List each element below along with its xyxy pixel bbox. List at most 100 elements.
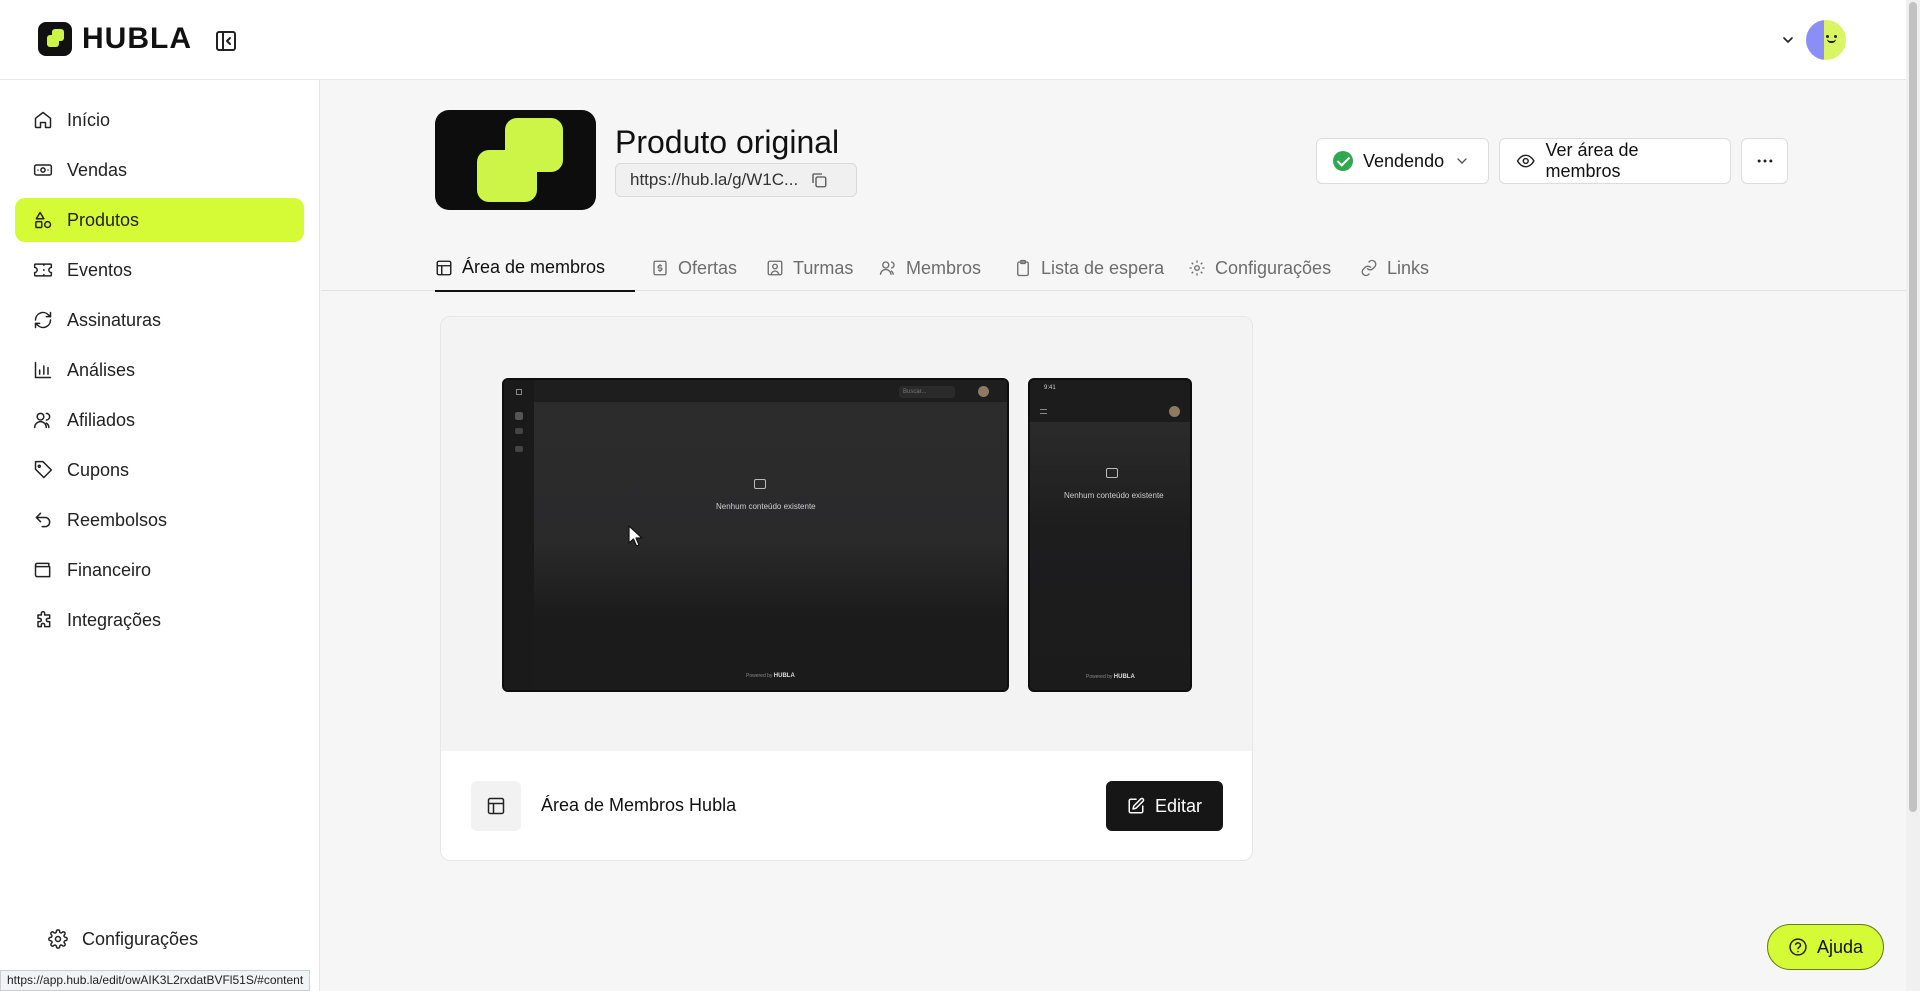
browser-status-url: https://app.hub.la/edit/owAIK3L2rxdatBVF… (0, 970, 311, 991)
lock-icon (1106, 468, 1118, 478)
preview-empty-text: Nenhum conteúdo existente (1064, 491, 1164, 500)
sidebar-item-assinaturas[interactable]: Assinaturas (15, 298, 304, 342)
tab-label: Lista de espera (1041, 257, 1165, 278)
home-icon (34, 111, 52, 129)
tab-area-de-membros[interactable]: Área de membros (435, 245, 635, 292)
logo-mark-icon (38, 22, 72, 56)
tab-turmas[interactable]: Turmas (766, 245, 853, 291)
chevron-down-icon (1457, 158, 1467, 164)
gear-icon (48, 929, 68, 949)
users-icon (879, 261, 895, 275)
scrollbar[interactable] (1906, 0, 1920, 991)
sidebar-item-label: Produtos (67, 209, 140, 230)
desktop-preview: Buscar... Nenhum conteúdo existente Powe… (502, 378, 1009, 692)
sidebar-collapse-icon[interactable] (214, 29, 238, 53)
sidebar-nav: Início Vendas Produtos Eventos Assinatur… (0, 80, 319, 642)
refresh-icon (34, 311, 52, 329)
dollar-icon (653, 260, 667, 276)
bar-chart-icon (34, 361, 52, 379)
tag-icon (34, 460, 53, 479)
tab-label: Configurações (1215, 257, 1332, 278)
puzzle-icon (37, 610, 51, 628)
mouse-cursor-icon (628, 525, 643, 547)
status-label: Vendendo (1363, 150, 1445, 171)
sidebar-item-financeiro[interactable]: Financeiro (15, 548, 304, 592)
edit-button[interactable]: Editar (1106, 781, 1223, 831)
tab-lista-de-espera[interactable]: Lista de espera (1014, 245, 1164, 291)
sidebar-item-label: Configurações (82, 928, 199, 949)
shapes-icon (35, 211, 52, 229)
product-url-chip[interactable]: https://hub.la/g/W1C... (615, 163, 857, 197)
copy-icon[interactable] (810, 171, 828, 189)
preview-avatar (1169, 406, 1180, 417)
sidebar-item-label: Reembolsos (67, 509, 168, 530)
check-circle-icon (1333, 151, 1353, 171)
layout-icon (471, 781, 521, 831)
sidebar-item-label: Afiliados (67, 409, 136, 430)
sidebar-item-cupons[interactable]: Cupons (15, 448, 304, 492)
sidebar-item-label: Eventos (67, 259, 133, 280)
chevron-down-icon (1783, 37, 1793, 44)
sidebar-item-reembolsos[interactable]: Reembolsos (15, 498, 304, 542)
mobile-preview: 9:41 Nenhum conteúdo existente Powered b… (1028, 378, 1192, 692)
preview-powered-by: Powered by HUBLA (1086, 674, 1135, 680)
preview-content (1030, 422, 1190, 690)
hubla-logo[interactable]: HUBLA (38, 22, 192, 56)
tab-label: Membros (906, 257, 982, 278)
tab-label: Links (1387, 257, 1430, 278)
sidebar: Início Vendas Produtos Eventos Assinatur… (0, 80, 320, 991)
scrollbar-thumb[interactable] (1909, 2, 1917, 812)
members-area-footer: Área de Membros Hubla Editar (441, 751, 1252, 860)
sidebar-item-label: Assinaturas (67, 309, 162, 330)
sidebar-item-label: Financeiro (67, 559, 152, 580)
status-dropdown[interactable]: Vendendo (1316, 138, 1489, 184)
link-icon (1361, 259, 1377, 277)
sidebar-item-analises[interactable]: Análises (15, 348, 304, 392)
ticket-icon (33, 263, 53, 277)
sidebar-item-label: Início (67, 109, 111, 130)
edit-label: Editar (1154, 795, 1203, 816)
sidebar-item-afiliados[interactable]: Afiliados (15, 398, 304, 442)
tab-membros[interactable]: Membros (879, 245, 981, 291)
sidebar-item-label: Integrações (67, 609, 162, 630)
sidebar-item-inicio[interactable]: Início (15, 98, 304, 142)
members-area-card: Buscar... Nenhum conteúdo existente Powe… (440, 316, 1253, 861)
powered-by-brand: HUBLA (1113, 674, 1135, 680)
gear-icon (1189, 260, 1205, 276)
eye-icon (1516, 154, 1535, 168)
wallet-icon (34, 562, 51, 578)
sidebar-item-vendas[interactable]: Vendas (15, 148, 304, 192)
help-button[interactable]: Ajuda (1767, 924, 1884, 970)
sidebar-item-configuracoes[interactable]: Configurações (30, 917, 318, 961)
preview-search: Buscar... (899, 386, 955, 398)
view-members-area-button[interactable]: Ver área de membros (1499, 138, 1731, 184)
product-image (435, 110, 596, 210)
help-label: Ajuda (1816, 936, 1864, 957)
sidebar-item-produtos[interactable]: Produtos (15, 198, 304, 242)
preview-sidebar (504, 380, 534, 690)
avatar (1806, 20, 1846, 60)
sidebar-item-integracoes[interactable]: Integrações (15, 598, 304, 642)
powered-by-brand: HUBLA (773, 673, 795, 679)
preview-content (534, 402, 1007, 690)
tab-label: Turmas (793, 257, 854, 278)
members-area-preview: Buscar... Nenhum conteúdo existente Powe… (441, 317, 1252, 751)
users-icon (33, 412, 51, 429)
members-area-name: Área de Membros Hubla (541, 795, 737, 815)
more-options-button[interactable] (1741, 138, 1788, 184)
user-menu[interactable] (1780, 20, 1846, 60)
help-circle-icon (1789, 938, 1807, 956)
tab-links[interactable]: Links (1360, 245, 1429, 291)
sidebar-item-eventos[interactable]: Eventos (15, 248, 304, 292)
hamburger-icon (1040, 409, 1047, 414)
more-horizontal-icon (1757, 159, 1772, 163)
tab-label: Área de membros (462, 257, 606, 277)
powered-by-text: Powered by (1086, 674, 1113, 680)
sidebar-item-label: Análises (67, 359, 136, 380)
tab-configuracoes[interactable]: Configurações (1188, 245, 1331, 291)
tab-label: Ofertas (678, 257, 738, 278)
banknote-icon (33, 164, 53, 176)
contact-icon (767, 260, 783, 276)
tab-ofertas[interactable]: Ofertas (651, 245, 737, 291)
sidebar-item-label: Cupons (67, 459, 130, 480)
